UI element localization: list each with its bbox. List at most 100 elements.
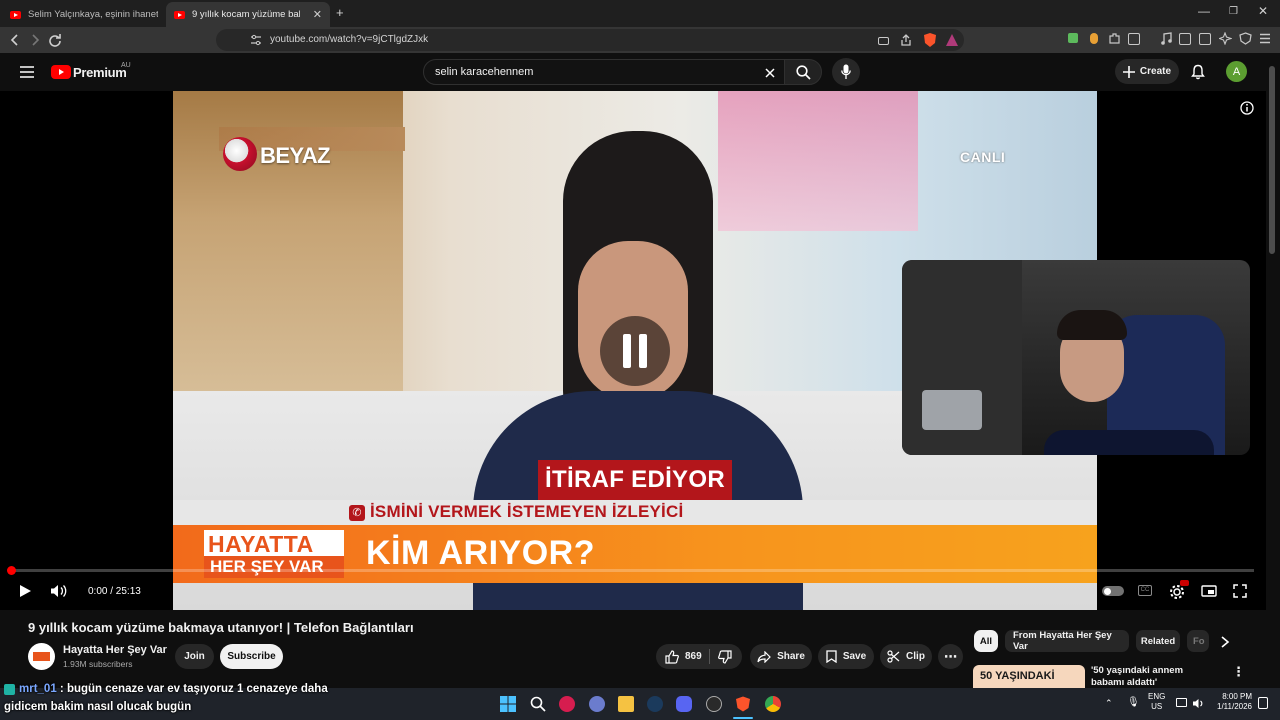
steam-icon[interactable]: [647, 696, 663, 712]
browser-tab-active[interactable]: 9 yıllık kocam yüzüme bakma ✕: [166, 2, 330, 27]
url-text: youtube.com/watch?v=9jCTlgdZJxk: [270, 34, 429, 45]
fullscreen-icon[interactable]: [1233, 584, 1247, 598]
browser-tab[interactable]: Selim Yalçınkaya, eşinin ihanet mesaj: [2, 2, 164, 27]
cast-icon[interactable]: [878, 37, 889, 45]
media-icon[interactable]: [1160, 32, 1173, 45]
like-thumb-icon[interactable]: [665, 649, 679, 664]
extension-icon[interactable]: [1090, 33, 1098, 44]
premium-logo-text[interactable]: Premium: [73, 65, 127, 80]
dislike-thumb-icon[interactable]: [718, 650, 732, 664]
microphone-icon: [841, 64, 851, 79]
subscribe-button[interactable]: Subscribe: [220, 644, 283, 669]
tab-close-icon[interactable]: ✕: [313, 8, 322, 21]
volume-icon[interactable]: [50, 584, 68, 598]
info-icon[interactable]: [1240, 101, 1254, 115]
join-button[interactable]: Join: [175, 644, 214, 669]
autoplay-toggle[interactable]: [1102, 586, 1124, 596]
page-scrollbar[interactable]: [1269, 66, 1275, 254]
recommendation-menu-icon[interactable]: ⋮: [1232, 664, 1245, 680]
browser-menu-icon[interactable]: [1259, 33, 1271, 44]
minimize-icon[interactable]: —: [1198, 4, 1210, 18]
language-indicator[interactable]: ENG US: [1148, 692, 1165, 712]
discord-icon[interactable]: [676, 696, 692, 712]
brave-rewards-icon[interactable]: [945, 33, 959, 47]
chat-message: mrt_01 : bugün cenaze var ev taşıyoruz 1…: [19, 683, 328, 695]
clip-button[interactable]: Clip: [880, 644, 932, 669]
tray-mic-icon[interactable]: 🎙: [1127, 697, 1140, 708]
banner-main-text: KİM ARIYOR?: [366, 534, 596, 572]
extensions-puzzle-icon[interactable]: [1108, 32, 1121, 45]
share-button[interactable]: Share: [750, 644, 812, 669]
wallet-icon[interactable]: [1199, 33, 1211, 45]
brave-browser-icon[interactable]: [735, 696, 751, 712]
screenshot-icon[interactable]: [1128, 33, 1140, 45]
create-button[interactable]: Create: [1115, 59, 1179, 84]
active-app-indicator: [733, 717, 753, 719]
taskbar-search-icon[interactable]: [530, 696, 546, 712]
tray-overflow-icon[interactable]: ⌃: [1105, 698, 1113, 709]
settings-gear-icon[interactable]: [1169, 584, 1185, 600]
channel-name[interactable]: Hayatta Her Şey Var: [63, 644, 167, 656]
play-icon[interactable]: [18, 584, 32, 598]
chip-all[interactable]: All: [974, 630, 998, 652]
file-explorer-icon[interactable]: [618, 696, 634, 712]
like-count[interactable]: 869: [685, 651, 702, 662]
extension-icon[interactable]: [1068, 33, 1078, 43]
speaker-icon[interactable]: [1192, 698, 1204, 709]
miniplayer-icon[interactable]: [1201, 585, 1217, 597]
window-close-icon[interactable]: ✕: [1258, 4, 1268, 18]
more-actions-icon[interactable]: ⋯: [938, 644, 963, 669]
show-logo-line2: HER ŞEY VAR: [210, 557, 324, 576]
reload-icon[interactable]: [48, 33, 62, 47]
desk-equipment: [922, 390, 982, 430]
save-button[interactable]: Save: [818, 644, 874, 669]
recommendation-thumbnail[interactable]: 50 YAŞINDAKİ: [973, 665, 1085, 688]
forward-icon[interactable]: [29, 34, 41, 46]
guide-menu-icon[interactable]: [20, 66, 34, 78]
chip-more[interactable]: Fo: [1187, 630, 1209, 652]
media-player-icon[interactable]: [559, 696, 575, 712]
progress-bar[interactable]: [12, 569, 1254, 572]
notification-center-icon[interactable]: [1258, 697, 1268, 709]
site-settings-icon[interactable]: [250, 34, 262, 46]
address-bar[interactable]: youtube.com/watch?v=9jCTlgdZJxk: [216, 29, 964, 51]
app-icon[interactable]: [589, 696, 605, 712]
captions-icon[interactable]: CC: [1138, 585, 1152, 596]
vpn-shield-icon[interactable]: [1239, 32, 1252, 45]
new-tab-icon[interactable]: +: [336, 5, 344, 20]
chat-message: gidicem bakim nasıl olucak bugün: [4, 701, 191, 713]
pause-indicator-icon: [600, 316, 670, 386]
voice-search-button[interactable]: [832, 58, 860, 86]
video-player[interactable]: BEYAZ CANLI İTİRAF EDİYOR ✆ İSMİNİ VERME…: [0, 91, 1266, 610]
chips-next-icon[interactable]: [1220, 636, 1230, 648]
chat-username: mrt_01: [19, 683, 57, 695]
restore-icon[interactable]: ❐: [1229, 6, 1238, 17]
channel-bug-text: BEYAZ: [260, 143, 331, 168]
back-icon[interactable]: [9, 34, 21, 46]
leo-ai-icon[interactable]: [1219, 32, 1232, 45]
channel-avatar[interactable]: [28, 643, 55, 670]
tab-title: Selim Yalçınkaya, eşinin ihanet mesaj: [28, 9, 158, 20]
youtube-logo-icon[interactable]: [51, 65, 71, 79]
network-icon[interactable]: [1176, 698, 1187, 707]
search-input[interactable]: selin karacehennem: [423, 59, 785, 85]
app-icon[interactable]: [706, 696, 722, 712]
notifications-bell-icon[interactable]: [1191, 64, 1205, 80]
start-menu-icon[interactable]: [500, 696, 516, 712]
clear-search-icon[interactable]: [765, 68, 775, 78]
hd-badge: [1180, 580, 1189, 586]
progress-scrubber[interactable]: [7, 566, 16, 575]
brave-shield-icon[interactable]: [922, 32, 938, 48]
share-page-icon[interactable]: [900, 34, 912, 46]
clock[interactable]: 8:00 PM 1/11/2026: [1208, 692, 1252, 712]
youtube-favicon-icon: [174, 10, 185, 19]
chrome-icon[interactable]: [765, 696, 781, 712]
recommendation-title[interactable]: '50 yaşındaki annem babamı aldattı': [1091, 665, 1217, 687]
keyboard-layout: US: [1151, 702, 1163, 711]
sidebar-toggle-icon[interactable]: [1179, 33, 1191, 45]
chip-related[interactable]: Related: [1136, 630, 1180, 652]
chip-from-channel[interactable]: From Hayatta Her Şey Var: [1005, 630, 1129, 652]
search-button[interactable]: [784, 59, 822, 85]
account-avatar[interactable]: A: [1226, 61, 1247, 82]
thumbnail-text: 50 YAŞINDAKİ: [980, 670, 1055, 682]
